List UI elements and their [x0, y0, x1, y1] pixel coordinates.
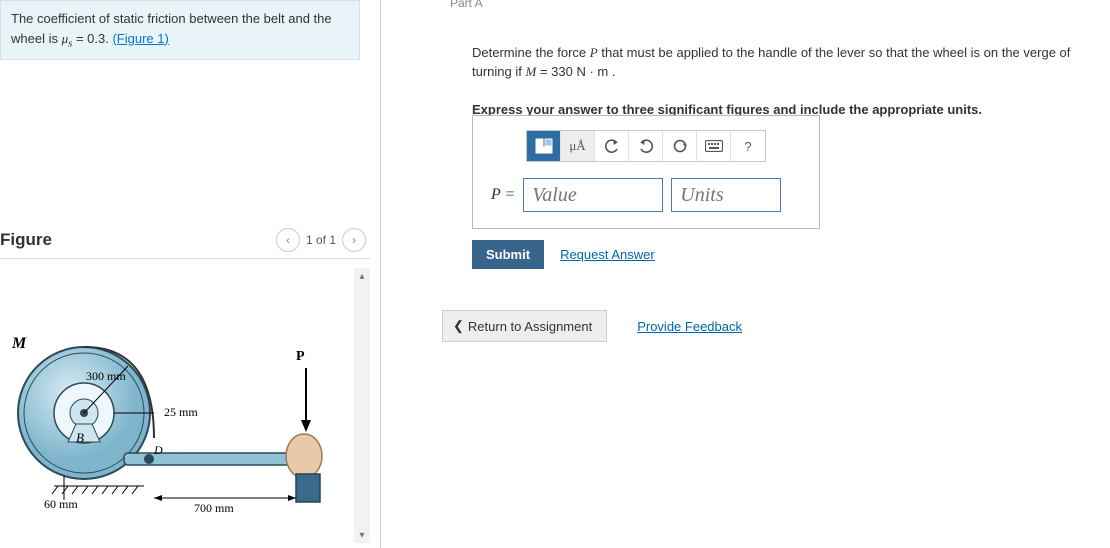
mu-symbol: μs: [62, 31, 73, 46]
figure-divider: [0, 258, 370, 259]
template-tool-button[interactable]: [527, 131, 561, 161]
problem-eq: = 0.3.: [72, 31, 112, 46]
figure-heading: Figure: [0, 230, 52, 250]
panel-divider: [380, 0, 381, 548]
problem-text-a: The coefficient of static friction betwe…: [11, 11, 332, 46]
submit-button[interactable]: Submit: [472, 240, 544, 269]
reset-button[interactable]: [663, 131, 697, 161]
pager-next-button[interactable]: ›: [342, 228, 366, 252]
pager-text: 1 of 1: [306, 233, 336, 247]
undo-button[interactable]: [595, 131, 629, 161]
figure-link[interactable]: (Figure 1): [112, 31, 168, 46]
request-answer-link[interactable]: Request Answer: [560, 247, 655, 262]
dim-700: 700 mm: [194, 501, 234, 515]
answer-toolbar: μÅ ?: [526, 130, 766, 162]
dim-25: 25 mm: [164, 405, 198, 419]
problem-statement: The coefficient of static friction betwe…: [0, 0, 360, 60]
answer-label: P =: [491, 186, 515, 204]
label-P: P: [296, 349, 305, 364]
keyboard-button[interactable]: [697, 131, 731, 161]
help-button[interactable]: ?: [731, 131, 765, 161]
scroll-down-icon[interactable]: ▾: [354, 527, 370, 543]
dim-300: 300 mm: [86, 369, 126, 383]
dim-60: 60 mm: [44, 497, 78, 511]
value-input[interactable]: [523, 178, 663, 212]
figure-scrollbar[interactable]: ▴ ▾: [354, 268, 370, 543]
redo-button[interactable]: [629, 131, 663, 161]
answer-box: μÅ ? P =: [472, 115, 820, 229]
label-M: M: [11, 335, 27, 352]
figure-pager: ‹ 1 of 1 ›: [276, 228, 366, 252]
part-label: Part A: [450, 0, 483, 10]
units-input[interactable]: [671, 178, 781, 212]
figure-image: M P B D 300 mm 25 mm 60 mm 700 mm: [0, 268, 354, 543]
return-button[interactable]: ❮ Return to Assignment: [442, 310, 607, 342]
question-text: Determine the force P that must be appli…: [472, 44, 1110, 119]
label-B: B: [76, 430, 84, 445]
label-D: D: [153, 443, 163, 457]
chevron-left-icon: ❮: [453, 318, 464, 334]
special-char-button[interactable]: μÅ: [561, 131, 595, 161]
scroll-up-icon[interactable]: ▴: [354, 268, 370, 284]
return-label: Return to Assignment: [468, 319, 592, 334]
feedback-link[interactable]: Provide Feedback: [637, 319, 742, 334]
pager-prev-button[interactable]: ‹: [276, 228, 300, 252]
